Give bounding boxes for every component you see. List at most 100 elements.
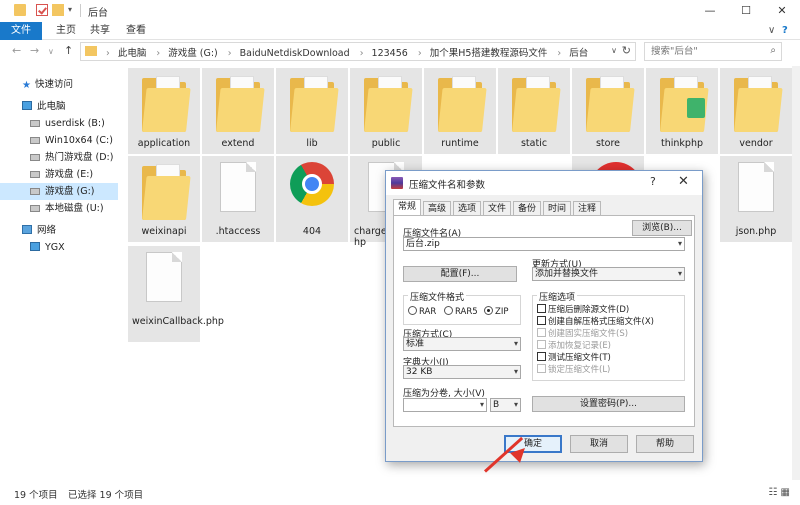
file-item[interactable]: thinkphp xyxy=(646,68,718,154)
breadcrumb-item[interactable]: 此电脑 xyxy=(118,48,147,59)
file-item[interactable]: weixinCallback.php xyxy=(128,246,224,342)
help-button[interactable]: 帮助 xyxy=(636,435,694,453)
split-unit-select[interactable]: B ▾ xyxy=(490,398,521,412)
browse-button[interactable]: 浏览(B)... xyxy=(632,220,692,236)
profiles-button[interactable]: 配置(F)... xyxy=(403,266,517,282)
sidebar-item-drive-d[interactable]: 热门游戏盘 (D:) xyxy=(0,149,118,166)
file-item[interactable]: json.php xyxy=(720,156,792,242)
dialog-close-button[interactable]: ✕ xyxy=(678,174,689,189)
address-row: ← → ∨ ↑ › 此电脑 › 游戏盘 (G:) › BaiduNetdiskD… xyxy=(0,40,800,64)
vertical-scrollbar[interactable] xyxy=(792,66,800,480)
back-icon[interactable]: ← xyxy=(12,44,21,57)
sidebar-item-ygx[interactable]: YGX xyxy=(0,239,118,256)
option-sfx[interactable]: 创建自解压格式压缩文件(X) xyxy=(537,315,654,327)
folder-icon xyxy=(290,76,339,132)
file-item[interactable]: public xyxy=(350,68,422,154)
drive-icon xyxy=(30,137,40,144)
update-mode-select[interactable]: 添加并替换文件 ▾ xyxy=(532,267,685,281)
address-dropdown-icon[interactable]: ∨ xyxy=(611,46,617,55)
tab-comment[interactable]: 注释 xyxy=(573,201,602,216)
breadcrumb-item[interactable]: 加个果H5搭建教程源码文件 xyxy=(430,48,548,59)
update-mode-value: 添加并替换文件 xyxy=(535,269,599,279)
tab-general[interactable]: 常规 xyxy=(393,199,422,216)
maximize-button[interactable]: ☐ xyxy=(728,0,764,22)
method-select[interactable]: 标准 ▾ xyxy=(403,337,521,351)
tab-advanced[interactable]: 高级 xyxy=(423,201,452,216)
close-button[interactable]: ✕ xyxy=(764,0,800,22)
breadcrumb-item[interactable]: 123456 xyxy=(372,48,408,59)
file-name: static xyxy=(520,138,548,149)
up-icon[interactable]: ↑ xyxy=(64,44,73,57)
file-item[interactable]: application xyxy=(128,68,200,154)
option-lock[interactable]: 锁定压缩文件(L) xyxy=(537,363,610,375)
general-panel: 压缩文件名(A) 浏览(B)... 后台.zip ▾ 更新方式(U) 配置(F).… xyxy=(393,215,695,427)
file-item[interactable]: runtime xyxy=(424,68,496,154)
search-input[interactable] xyxy=(645,43,760,60)
sidebar-item-drive-b[interactable]: userdisk (B:) xyxy=(0,115,118,132)
breadcrumb-item[interactable]: 后台 xyxy=(569,48,588,59)
minimize-button[interactable]: — xyxy=(692,0,728,22)
archive-name-input[interactable]: 后台.zip ▾ xyxy=(403,237,685,251)
sidebar-item-drive-u[interactable]: 本地磁盘 (U:) xyxy=(0,200,118,217)
computer-icon xyxy=(22,101,32,110)
quick-access-dropdown-icon[interactable]: ▾ xyxy=(68,5,72,14)
sidebar-item-drive-e[interactable]: 游戏盘 (E:) xyxy=(0,166,118,183)
file-item[interactable]: weixinapi xyxy=(128,156,200,242)
format-rar-radio[interactable]: RAR xyxy=(408,306,436,317)
tab-time[interactable]: 时间 xyxy=(543,201,572,216)
checkbox-icon xyxy=(537,328,546,337)
sidebar-item-quick-access[interactable]: ★ 快速访问 xyxy=(0,76,118,93)
option-delete-after[interactable]: 压缩后删除源文件(D) xyxy=(537,303,629,315)
set-password-button[interactable]: 设置密码(P)... xyxy=(532,396,685,412)
view-toggle-icons[interactable]: ☷ ▦ xyxy=(768,487,790,498)
file-item[interactable]: static xyxy=(498,68,570,154)
cancel-button[interactable]: 取消 xyxy=(570,435,628,453)
file-item[interactable]: extend xyxy=(202,68,274,154)
option-solid[interactable]: 创建固实压缩文件(S) xyxy=(537,327,628,339)
option-test[interactable]: 测试压缩文件(T) xyxy=(537,351,611,363)
tab-view[interactable]: 查看 xyxy=(116,22,156,40)
sidebar-item-drive-c[interactable]: Win10x64 (C:) xyxy=(0,132,118,149)
new-folder-icon[interactable] xyxy=(52,4,64,16)
title-divider xyxy=(80,4,81,17)
recent-locations-icon[interactable]: ∨ xyxy=(48,47,54,56)
file-item[interactable]: lib xyxy=(276,68,348,154)
tab-options[interactable]: 选项 xyxy=(453,201,482,216)
file-name: lib xyxy=(306,138,318,149)
folder-icon xyxy=(512,76,561,132)
tab-files[interactable]: 文件 xyxy=(483,201,512,216)
split-size-input[interactable]: ▾ xyxy=(403,398,487,412)
ribbon-collapse-icon[interactable]: ∨ xyxy=(768,25,775,36)
format-zip-radio[interactable]: ZIP xyxy=(484,306,508,317)
properties-check-icon[interactable] xyxy=(36,4,48,16)
breadcrumb-item[interactable]: 游戏盘 (G:) xyxy=(168,48,218,59)
tab-backup[interactable]: 备份 xyxy=(513,201,542,216)
breadcrumb-separator: › xyxy=(557,48,562,59)
forward-icon[interactable]: → xyxy=(30,44,39,57)
dictionary-select[interactable]: 32 KB ▾ xyxy=(403,365,521,379)
file-item[interactable]: 404 xyxy=(276,156,348,242)
breadcrumb-item[interactable]: BaiduNetdiskDownload xyxy=(240,48,350,59)
breadcrumb-separator: › xyxy=(417,48,422,59)
file-item[interactable]: vendor xyxy=(720,68,792,154)
format-group: 压缩文件格式 RAR RAR5 ZIP xyxy=(403,290,521,325)
format-rar5-radio[interactable]: RAR5 xyxy=(444,306,478,317)
file-item[interactable]: .htaccess xyxy=(202,156,274,242)
file-item[interactable]: store xyxy=(572,68,644,154)
option-recovery[interactable]: 添加恢复记录(E) xyxy=(537,339,611,351)
folder-icon xyxy=(734,76,783,132)
breadcrumb: › 此电脑 › 游戏盘 (G:) › BaiduNetdiskDownload … xyxy=(101,45,590,59)
folder-icon[interactable] xyxy=(14,4,26,16)
refresh-icon[interactable]: ↻ xyxy=(622,44,631,57)
sidebar-item-network[interactable]: 网络 xyxy=(0,222,118,239)
dialog-help-icon[interactable]: ? xyxy=(650,175,656,188)
search-box[interactable]: ⌕ xyxy=(644,42,782,61)
help-icon[interactable]: ? xyxy=(782,25,788,36)
tab-share[interactable]: 共享 xyxy=(80,22,120,40)
tab-file[interactable]: 文件 xyxy=(0,22,42,40)
sidebar-item-this-pc[interactable]: 此电脑 xyxy=(0,98,118,115)
sidebar-item-drive-g[interactable]: 游戏盘 (G:) xyxy=(0,183,118,200)
search-icon[interactable]: ⌕ xyxy=(770,45,776,56)
folder-icon xyxy=(586,76,635,132)
address-bar[interactable]: › 此电脑 › 游戏盘 (G:) › BaiduNetdiskDownload … xyxy=(80,42,636,61)
